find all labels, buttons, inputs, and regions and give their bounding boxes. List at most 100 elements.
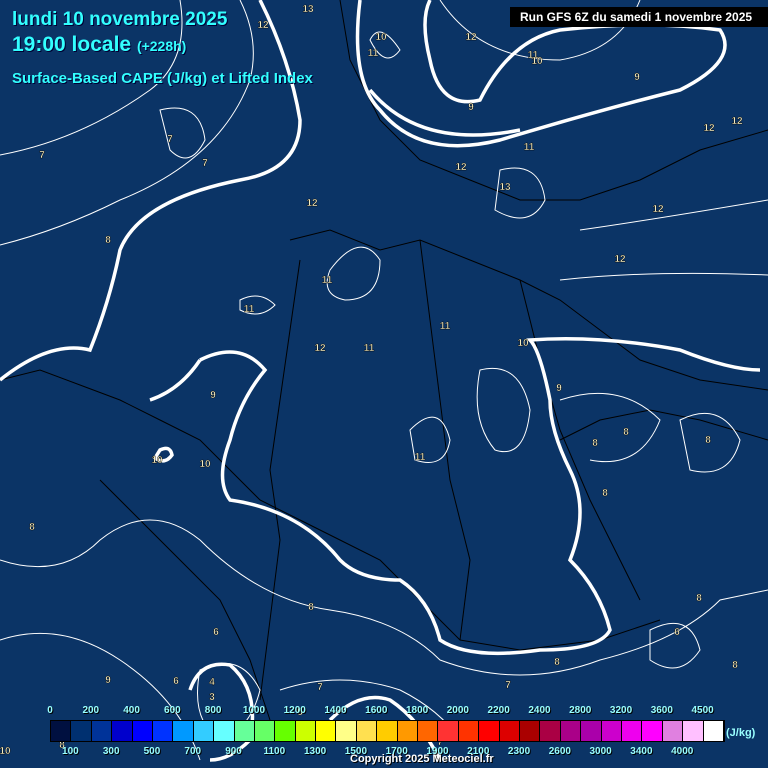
legend-swatch — [479, 721, 500, 741]
contour-label: 4 — [209, 677, 215, 688]
copyright: Copyright 2025 Meteociel.fr — [350, 753, 494, 765]
contour-label: 11 — [368, 48, 379, 59]
contour-label: 8 — [308, 602, 314, 613]
contour-label: 8 — [29, 522, 35, 533]
contour-labels: 13 12 10 11 12 11 10 9 9 12 12 11 12 13 12 7 7 7 12 8 11 11 12… — [0, 4, 743, 757]
legend-swatch — [438, 721, 459, 741]
legend-label-top: 600 — [164, 705, 181, 716]
legend-swatch — [295, 721, 317, 741]
legend-swatch — [601, 721, 622, 741]
legend-swatch — [112, 721, 133, 741]
legend-label-top: 1800 — [405, 705, 429, 716]
contour-label: 6 — [674, 627, 680, 638]
legend-label-bottom: 900 — [225, 746, 242, 757]
legend-swatch — [356, 721, 378, 741]
legend-swatch — [621, 721, 643, 741]
contour-label: 8 — [705, 435, 711, 446]
legend-label-bottom: 2600 — [548, 746, 571, 757]
legend-swatch — [173, 721, 194, 741]
legend-label-top: 3200 — [609, 705, 633, 716]
country-borders — [0, 0, 768, 721]
legend-swatch — [499, 721, 520, 741]
legend-label-top: 2000 — [446, 705, 469, 716]
contour-label: 12 — [306, 198, 318, 209]
contour-label: 10 — [517, 338, 529, 349]
contour-label: 7 — [202, 158, 208, 169]
legend-swatch — [683, 721, 704, 741]
contour-label: 8 — [592, 438, 598, 449]
legend-label-bottom: 500 — [143, 746, 161, 757]
contour-label: 8 — [696, 593, 702, 604]
legend-swatch — [560, 721, 582, 741]
contour-label: 12 — [314, 343, 326, 354]
contour-label: 11 — [244, 304, 255, 315]
legend-swatch — [254, 721, 276, 741]
contour-label: 7 — [39, 150, 45, 161]
legend-label-top: 1400 — [324, 705, 347, 716]
contour-label: 12 — [455, 162, 467, 173]
contour-label: 11 — [322, 275, 333, 286]
legend-label-top: 1600 — [365, 705, 388, 716]
contour-label: 10 — [0, 746, 11, 757]
legend-label-bottom: 3400 — [630, 746, 653, 757]
contour-label: 11 — [524, 142, 535, 153]
contour-label: 10 — [151, 455, 163, 466]
contour-label: 7 — [167, 134, 173, 145]
legend-label-top: 4500 — [691, 705, 714, 716]
color-scale-legend — [50, 720, 725, 742]
legend-swatch — [377, 721, 398, 741]
contour-label: 12 — [703, 123, 715, 134]
contour-label: 12 — [652, 204, 664, 215]
contour-label: 6 — [213, 627, 219, 638]
legend-swatch — [662, 721, 684, 741]
contour-label: 10 — [199, 459, 211, 470]
legend-swatch — [71, 721, 92, 741]
product-title: Surface-Based CAPE (J/kg) et Lifted Inde… — [12, 70, 313, 87]
contour-label: 10 — [531, 56, 543, 67]
contour-label: 9 — [556, 383, 562, 394]
contour-label: 8 — [105, 235, 111, 246]
legend-label-top: 800 — [204, 705, 222, 716]
model-run-label: Run GFS 6Z du samedi 1 novembre 2025 — [510, 7, 768, 27]
contour-label: 10 — [375, 32, 387, 43]
legend-swatch — [336, 721, 357, 741]
legend-label-bottom: 4000 — [671, 746, 694, 757]
contour-label: 11 — [415, 452, 426, 463]
legend-label-top: 400 — [123, 705, 140, 716]
contour-label: 8 — [732, 660, 738, 671]
legend-label-bottom: 300 — [102, 746, 120, 757]
legend-swatch — [316, 721, 337, 741]
legend-label-top: 1200 — [283, 705, 306, 716]
legend-swatch — [418, 721, 439, 741]
contour-label: 9 — [210, 390, 216, 401]
contour-label: 8 — [602, 488, 608, 499]
contour-label: 11 — [364, 343, 375, 354]
contour-label: 9 — [468, 102, 474, 113]
legend-swatch — [51, 721, 72, 741]
legend-label-top: 3600 — [650, 705, 673, 716]
legend-swatch — [581, 721, 602, 741]
legend-label-top: 2200 — [487, 705, 510, 716]
legend-label-bottom: 3000 — [589, 746, 612, 757]
contour-label: 8 — [554, 657, 560, 668]
contour-label: 3 — [209, 692, 215, 703]
local-time: 19:00 locale — [12, 33, 132, 56]
legend-swatch — [132, 721, 153, 741]
legend-swatch — [275, 721, 296, 741]
legend-label-top: 0 — [47, 705, 53, 716]
contour-label: 9 — [634, 72, 640, 83]
contour-label: 9 — [105, 675, 111, 686]
contour-label: 7 — [505, 680, 511, 691]
legend-swatch — [91, 721, 113, 741]
contour-label: 6 — [173, 676, 179, 687]
legend-label-bottom: 1300 — [303, 746, 327, 757]
legend-label-top: 200 — [82, 705, 100, 716]
contour-label: 12 — [257, 20, 269, 31]
forecast-time: 19:00 locale (+228h) — [12, 33, 186, 57]
contour-label: 13 — [302, 4, 314, 15]
contour-label: 12 — [465, 32, 477, 43]
cape-map: 13 12 10 11 12 11 10 9 9 12 12 11 12 13 12 7 7 7 12 8 11 11 12… — [0, 0, 768, 762]
legend-swatch — [540, 721, 561, 741]
legend-label-top: 2400 — [528, 705, 551, 716]
legend-swatch — [152, 721, 174, 741]
